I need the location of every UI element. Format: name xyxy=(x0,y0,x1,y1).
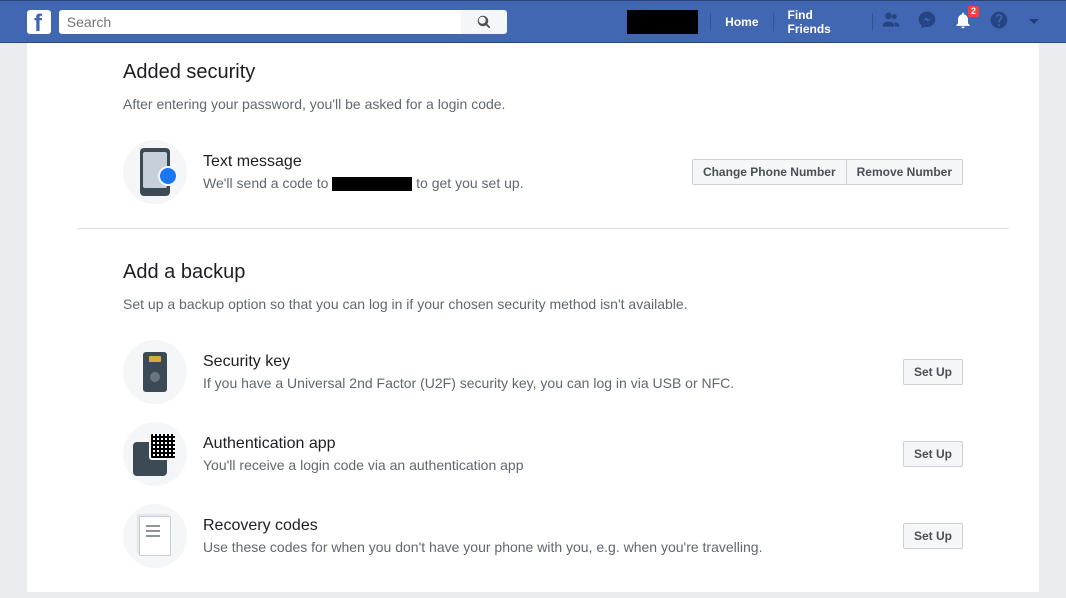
option-title: Authentication app xyxy=(203,435,903,453)
option-text: Recovery codes Use these codes for when … xyxy=(203,517,903,555)
add-backup-section: Add a backup Set up a backup option so t… xyxy=(77,229,1009,592)
nav-home[interactable]: Home xyxy=(715,10,768,34)
search-button[interactable] xyxy=(461,10,507,34)
setup-security-key-button[interactable]: Set Up xyxy=(903,359,963,385)
setup-recovery-codes-button[interactable]: Set Up xyxy=(903,523,963,549)
nav-icons: 2 xyxy=(881,10,1039,33)
app-actions: Set Up xyxy=(903,441,963,467)
auth-app-option: Authentication app You'll receive a logi… xyxy=(123,422,963,486)
section-desc: After entering your password, you'll be … xyxy=(123,96,963,112)
sms-actions: Change Phone Number Remove Number xyxy=(692,159,963,185)
divider xyxy=(710,13,711,31)
topbar: Home Find Friends 2 xyxy=(0,0,1066,43)
nav-find-friends[interactable]: Find Friends xyxy=(777,10,868,34)
facebook-logo[interactable] xyxy=(27,10,51,34)
added-security-section: Added security After entering your passw… xyxy=(77,43,1009,229)
remove-number-button[interactable]: Remove Number xyxy=(847,159,963,185)
change-phone-button[interactable]: Change Phone Number xyxy=(692,159,847,185)
search-wrap xyxy=(59,10,507,34)
notifications-icon-wrap[interactable]: 2 xyxy=(953,10,973,33)
security-key-icon xyxy=(123,340,187,404)
account-dropdown[interactable] xyxy=(1029,19,1039,24)
option-title: Text message xyxy=(203,153,692,171)
key-actions: Set Up xyxy=(903,359,963,385)
auth-app-icon xyxy=(123,422,187,486)
content: Added security After entering your passw… xyxy=(77,43,1039,592)
search-icon xyxy=(477,15,491,29)
option-title: Recovery codes xyxy=(203,517,903,535)
section-title: Added security xyxy=(123,61,963,84)
text-message-option: Text message We'll send a code to to get… xyxy=(123,140,963,204)
option-desc: You'll receive a login code via an authe… xyxy=(203,457,903,473)
option-desc: If you have a Universal 2nd Factor (U2F)… xyxy=(203,375,903,391)
messenger-icon-wrap[interactable] xyxy=(917,10,937,33)
option-desc: We'll send a code to to get you set up. xyxy=(203,175,692,191)
sms-desc-suffix: to get you set up. xyxy=(412,175,523,191)
option-text: Text message We'll send a code to to get… xyxy=(203,153,692,191)
codes-actions: Set Up xyxy=(903,523,963,549)
phone-icon xyxy=(123,140,187,204)
topbar-inner: Home Find Friends 2 xyxy=(27,1,1039,42)
option-desc: Use these codes for when you don't have … xyxy=(203,539,903,555)
masked-phone xyxy=(332,177,412,191)
section-desc: Set up a backup option so that you can l… xyxy=(123,296,963,312)
security-key-option: Security key If you have a Universal 2nd… xyxy=(123,340,963,404)
divider xyxy=(773,13,774,31)
section-title: Add a backup xyxy=(123,261,963,284)
notification-badge: 2 xyxy=(968,6,979,17)
nav-links: Home Find Friends xyxy=(706,10,877,34)
page: Added security After entering your passw… xyxy=(27,43,1039,592)
recovery-codes-option: Recovery codes Use these codes for when … xyxy=(123,504,963,568)
search-input[interactable] xyxy=(59,10,461,34)
friends-icon-wrap[interactable] xyxy=(881,10,901,33)
help-icon xyxy=(989,10,1009,30)
help-icon-wrap[interactable] xyxy=(989,10,1009,33)
setup-auth-app-button[interactable]: Set Up xyxy=(903,441,963,467)
divider xyxy=(872,13,873,31)
option-text: Authentication app You'll receive a logi… xyxy=(203,435,903,473)
option-title: Security key xyxy=(203,353,903,371)
option-text: Security key If you have a Universal 2nd… xyxy=(203,353,903,391)
friends-icon xyxy=(881,10,901,30)
sms-desc-prefix: We'll send a code to xyxy=(203,175,332,191)
messenger-icon xyxy=(917,10,937,30)
recovery-codes-icon xyxy=(123,504,187,568)
profile-link[interactable] xyxy=(627,10,698,34)
